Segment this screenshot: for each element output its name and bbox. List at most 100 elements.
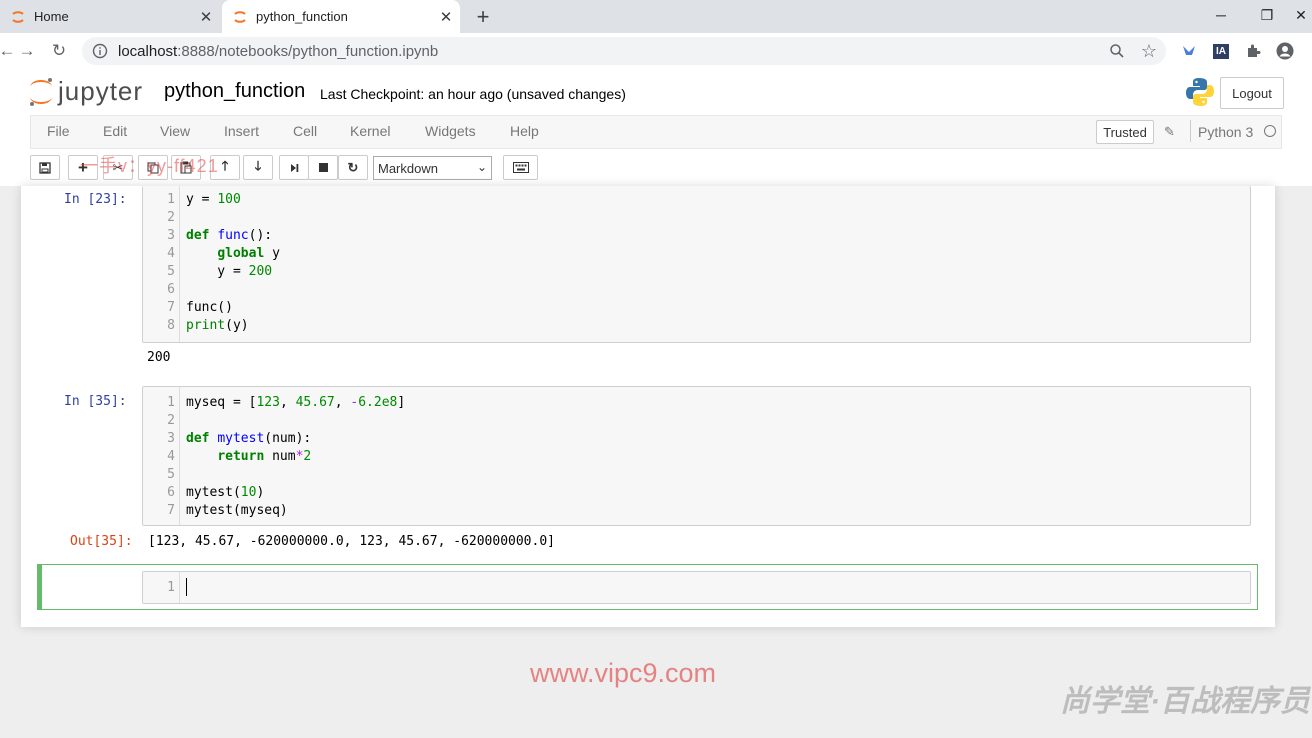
save-icon — [39, 161, 51, 174]
menu-kernel[interactable]: Kernel — [350, 123, 390, 139]
code-input-area[interactable]: 1 2 3 4 5 6 7 8 y = 100 def func(): glob… — [142, 186, 1251, 343]
move-down-button[interactable]: 🡓 — [243, 155, 273, 180]
run-button[interactable] — [279, 155, 309, 180]
info-icon[interactable] — [92, 43, 108, 59]
menu-help[interactable]: Help — [510, 123, 539, 139]
close-tab-icon[interactable]: ✕ — [432, 8, 460, 26]
code-line: def func(): — [186, 228, 273, 243]
cell-prompt: In [35]: — [64, 394, 127, 409]
menu-view[interactable]: View — [160, 123, 190, 139]
jupyter-favicon-icon — [232, 9, 248, 25]
cell-output: [123, 45.67, -620000000.0, 123, 45.67, -… — [148, 534, 555, 549]
line-number: 3 — [167, 228, 175, 243]
menu-file[interactable]: File — [47, 123, 70, 139]
edit-pencil-icon[interactable]: ✎ — [1164, 124, 1175, 140]
kernel-name: Python 3 — [1198, 124, 1254, 140]
tab-home-title: Home — [34, 9, 69, 24]
brand-watermark: 尚学堂·百战程序员 — [1060, 685, 1310, 718]
code-line: mytest(10) — [186, 485, 265, 500]
tab-python-function-title: python_function — [256, 9, 348, 24]
keyboard-icon — [512, 162, 529, 173]
line-number: 1 — [167, 395, 175, 410]
kernel-idle-indicator-icon — [1264, 125, 1276, 137]
code-line: mytest(myseq) — [186, 503, 288, 518]
line-number: 2 — [167, 210, 175, 225]
line-number: 5 — [167, 467, 175, 482]
bookmark-star-icon[interactable]: ☆ — [1137, 40, 1161, 62]
code-line: myseq = [123, 45.67, -6.2e8] — [186, 395, 406, 410]
checkpoint-status: Last Checkpoint: an hour ago (unsaved ch… — [320, 86, 626, 102]
code-input-area[interactable]: 1 2 3 4 5 6 7 myseq = [123, 45.67, -6.2e… — [142, 386, 1251, 526]
line-number: 3 — [167, 431, 175, 446]
cell-output: 200 — [147, 350, 171, 365]
arrow-down-icon: 🡓 — [254, 157, 262, 173]
interrupt-kernel-button[interactable] — [308, 155, 338, 180]
stop-icon — [318, 163, 328, 172]
menu-edit[interactable]: Edit — [103, 123, 127, 139]
jupyter-favicon-icon — [10, 9, 26, 25]
tab-python-function[interactable]: python_function ✕ — [222, 0, 460, 33]
menu-bar — [30, 115, 1282, 149]
cell-prompt: In [23]: — [64, 192, 127, 207]
notebook-name[interactable]: python_function — [164, 80, 305, 103]
site-watermark: www.vipc9.com — [530, 658, 717, 688]
line-number: 1 — [167, 580, 175, 595]
line-number: 6 — [167, 282, 175, 297]
jupyter-logo-icon[interactable] — [28, 76, 54, 113]
code-line: print(y) — [186, 318, 249, 333]
refresh-icon: ↻ — [347, 159, 359, 175]
tab-home[interactable]: Home ✕ — [0, 0, 220, 33]
logout-button[interactable]: Logout — [1220, 77, 1284, 109]
url-path: :8888/notebooks/python_function.ipynb — [177, 42, 439, 60]
extensions-puzzle-icon[interactable] — [1241, 40, 1265, 62]
menu-insert[interactable]: Insert — [224, 123, 259, 139]
output-prompt: Out[35]: — [70, 534, 133, 549]
python-logo-icon — [1184, 76, 1216, 113]
line-number: 4 — [167, 246, 175, 261]
url-text: localhost:8888/notebooks/python_function… — [118, 43, 438, 60]
code-line: func() — [186, 300, 233, 315]
jupyter-logo-text[interactable]: jupyter — [58, 76, 143, 107]
line-number: 5 — [167, 264, 175, 279]
text-cursor — [186, 578, 187, 596]
line-number: 8 — [167, 318, 175, 333]
arrow-up-icon: 🡑 — [221, 157, 229, 173]
command-palette-button[interactable] — [503, 155, 538, 180]
line-number: 7 — [167, 300, 175, 315]
step-forward-icon — [291, 163, 299, 172]
line-number: 4 — [167, 449, 175, 464]
code-line: y = 100 — [186, 192, 241, 207]
url-host: localhost — [118, 42, 178, 60]
code-line: def mytest(num): — [186, 431, 312, 446]
reload-icon[interactable]: ↻ — [44, 33, 74, 69]
save-button[interactable] — [30, 155, 60, 180]
close-window-icon[interactable]: ✕ — [1290, 0, 1312, 30]
menu-widgets[interactable]: Widgets — [425, 123, 476, 139]
forward-arrow-icon[interactable]: → — [12, 33, 42, 69]
minimize-icon[interactable]: ─ — [1198, 0, 1244, 30]
restore-icon[interactable]: ❐ — [1244, 0, 1290, 30]
code-line: return num*2 — [217, 449, 312, 464]
zoom-icon[interactable] — [1105, 40, 1129, 62]
kernel-divider — [1190, 120, 1191, 142]
selected-cell-indicator — [37, 564, 42, 610]
menu-cell[interactable]: Cell — [293, 123, 317, 139]
cell-type-select[interactable]: Markdown ⌄ — [373, 156, 492, 180]
line-number: 6 — [167, 485, 175, 500]
extension-ia-icon[interactable]: IA — [1209, 40, 1233, 62]
profile-avatar-icon[interactable] — [1273, 40, 1297, 62]
extension-bird-icon[interactable] — [1177, 40, 1201, 62]
url-field[interactable]: localhost:8888/notebooks/python_function… — [82, 37, 1166, 65]
overlay-watermark: 一手v：yy-ff421 — [80, 156, 219, 176]
code-line: y = 200 — [186, 264, 273, 279]
cell-type-value: Markdown — [378, 160, 438, 176]
restart-kernel-button[interactable]: ↻ — [338, 155, 368, 180]
new-tab-icon[interactable]: + — [470, 4, 496, 30]
line-number: 2 — [167, 413, 175, 428]
chevron-down-icon: ⌄ — [476, 160, 487, 174]
line-number: 1 — [167, 192, 175, 207]
code-line: global y — [217, 246, 280, 261]
close-tab-icon[interactable]: ✕ — [192, 8, 220, 26]
trusted-indicator[interactable]: Trusted — [1096, 120, 1154, 144]
code-input-area[interactable]: 1 — [142, 571, 1251, 604]
